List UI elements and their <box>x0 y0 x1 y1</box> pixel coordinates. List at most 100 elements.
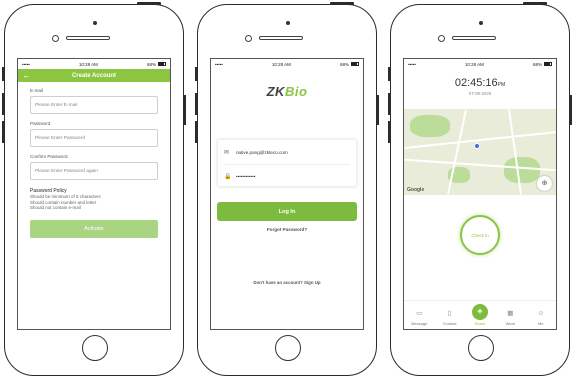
location-map[interactable]: Google ⊕ <box>404 109 556 195</box>
home-button[interactable] <box>275 335 301 361</box>
carrier-signal: ••••• <box>215 61 223 67</box>
tab-message[interactable]: ▭ Message <box>405 310 433 326</box>
message-icon: ▭ <box>416 310 423 317</box>
status-time: 10:28 AM <box>271 61 291 67</box>
phone-login: ••••• 10:28 AM 68% ZKBio ✉ native.pang@z… <box>195 2 379 376</box>
email-field[interactable]: native.pang@zkteco.com <box>236 150 288 155</box>
password-field[interactable]: •••••••••••• <box>236 174 255 179</box>
tab-label: Home <box>474 321 486 326</box>
email-label: E-mail <box>30 88 44 93</box>
mail-icon: ✉ <box>224 149 230 156</box>
front-camera <box>438 35 445 42</box>
volume-up-button <box>388 93 390 115</box>
zkbio-logo: ZKBio <box>211 84 363 99</box>
password-field[interactable]: Please Enter Password <box>30 129 158 147</box>
battery-percent: 68% <box>339 61 349 67</box>
power-button <box>377 95 379 125</box>
volume-down-button <box>388 121 390 143</box>
tab-work[interactable]: ▦ Work <box>496 310 524 326</box>
volume-up-button <box>2 93 4 115</box>
locate-me-icon[interactable]: ⊕ <box>537 176 552 191</box>
logo-main: ZK <box>266 84 285 99</box>
profile-icon: ☺ <box>537 310 545 317</box>
battery-icon <box>350 62 359 67</box>
battery-status: 68% <box>147 62 166 67</box>
battery-status: 68% <box>533 62 552 67</box>
front-camera <box>52 35 59 42</box>
check-in-label: Check In <box>471 232 489 238</box>
login-form: ✉ native.pang@zkteco.com 🔒 •••••••••••• <box>217 139 357 187</box>
battery-icon <box>157 62 166 67</box>
home-button[interactable] <box>82 335 108 361</box>
contact-icon: ▯ <box>447 310 452 317</box>
tab-label: Message <box>411 321 428 326</box>
password-row[interactable]: 🔒 •••••••••••• <box>224 164 350 188</box>
bottom-tab-bar: ▭ Message ▯ Contact ◈ Home ▦ Work ☺ Me <box>404 300 556 329</box>
status-time: 10:28 AM <box>78 61 98 67</box>
page-title: Create Account <box>71 72 117 79</box>
map-park <box>504 157 540 183</box>
tab-me[interactable]: ☺ Me <box>527 310 555 326</box>
carrier-signal: ••••• <box>22 61 30 67</box>
home-icon: ◈ <box>471 304 488 320</box>
status-bar: ••••• 10:28 AM 68% <box>211 59 363 69</box>
screen-login: ••••• 10:28 AM 68% ZKBio ✉ native.pang@z… <box>210 58 364 330</box>
status-time: 10:28 AM <box>464 61 484 67</box>
mute-switch <box>195 67 197 81</box>
clock-meridiem: PM <box>497 82 506 88</box>
home-button[interactable] <box>468 335 494 361</box>
login-button[interactable]: Log In <box>217 202 357 221</box>
battery-icon <box>543 62 552 67</box>
email-row[interactable]: ✉ native.pang@zkteco.com <box>224 140 350 164</box>
email-field[interactable]: Please Enter E-mail <box>30 96 158 114</box>
activate-button[interactable]: Activate <box>30 219 158 238</box>
screen-home: ••••• 10:28 AM 68% 02:45:16PM 07-08-2020… <box>403 58 557 330</box>
camera-dot <box>93 21 97 25</box>
top-button <box>330 2 354 5</box>
policy-rule: Should not contain e-mail <box>30 205 81 211</box>
phone-home: ••••• 10:28 AM 68% 02:45:16PM 07-08-2020… <box>388 2 572 376</box>
carrier-signal: ••••• <box>408 61 416 67</box>
speaker <box>452 36 496 40</box>
map-park <box>410 115 450 137</box>
current-location-pin <box>474 143 480 149</box>
screen-create-account: ••••• 10:28 AM 68% ← Create Account E-ma… <box>17 58 171 330</box>
phone-create-account: ••••• 10:28 AM 68% ← Create Account E-ma… <box>2 2 186 376</box>
confirm-password-label: Confirm Password <box>30 154 68 159</box>
battery-percent: 68% <box>146 61 156 67</box>
mute-switch <box>388 67 390 81</box>
status-bar: ••••• 10:28 AM 68% <box>18 59 170 69</box>
volume-down-button <box>2 121 4 143</box>
clock: 02:45:16PM <box>404 77 556 89</box>
volume-down-button <box>195 121 197 143</box>
status-bar: ••••• 10:28 AM 68% <box>404 59 556 69</box>
battery-percent: 68% <box>532 61 542 67</box>
forgot-password-link[interactable]: Forgot Password? <box>211 227 363 232</box>
battery-status: 68% <box>340 62 359 67</box>
confirm-password-field[interactable]: Please Enter Password again <box>30 162 158 180</box>
power-button <box>570 95 572 125</box>
top-button <box>523 2 547 5</box>
speaker <box>259 36 303 40</box>
power-button <box>184 95 186 125</box>
tab-label: Work <box>505 321 515 326</box>
tab-contact[interactable]: ▯ Contact <box>436 310 464 326</box>
lock-icon: 🔒 <box>224 174 232 180</box>
back-arrow-icon[interactable]: ← <box>22 69 31 82</box>
work-icon: ▦ <box>507 310 514 317</box>
front-camera <box>245 35 252 42</box>
mute-switch <box>2 67 4 81</box>
google-attribution: Google <box>407 187 425 193</box>
tab-home[interactable]: ◈ Home <box>466 304 494 326</box>
volume-up-button <box>195 93 197 115</box>
tab-label: Me <box>537 321 544 326</box>
header-bar: ← Create Account <box>18 69 170 82</box>
logo-accent: Bio <box>284 84 308 99</box>
check-in-button[interactable]: Check In <box>460 215 500 255</box>
speaker <box>66 36 110 40</box>
password-label: Password <box>30 121 51 126</box>
camera-dot <box>286 21 290 25</box>
sign-up-link[interactable]: Don't have an account? Sign Up <box>211 280 363 285</box>
top-button <box>137 2 161 5</box>
clock-time: 02:45:16 <box>454 77 498 89</box>
